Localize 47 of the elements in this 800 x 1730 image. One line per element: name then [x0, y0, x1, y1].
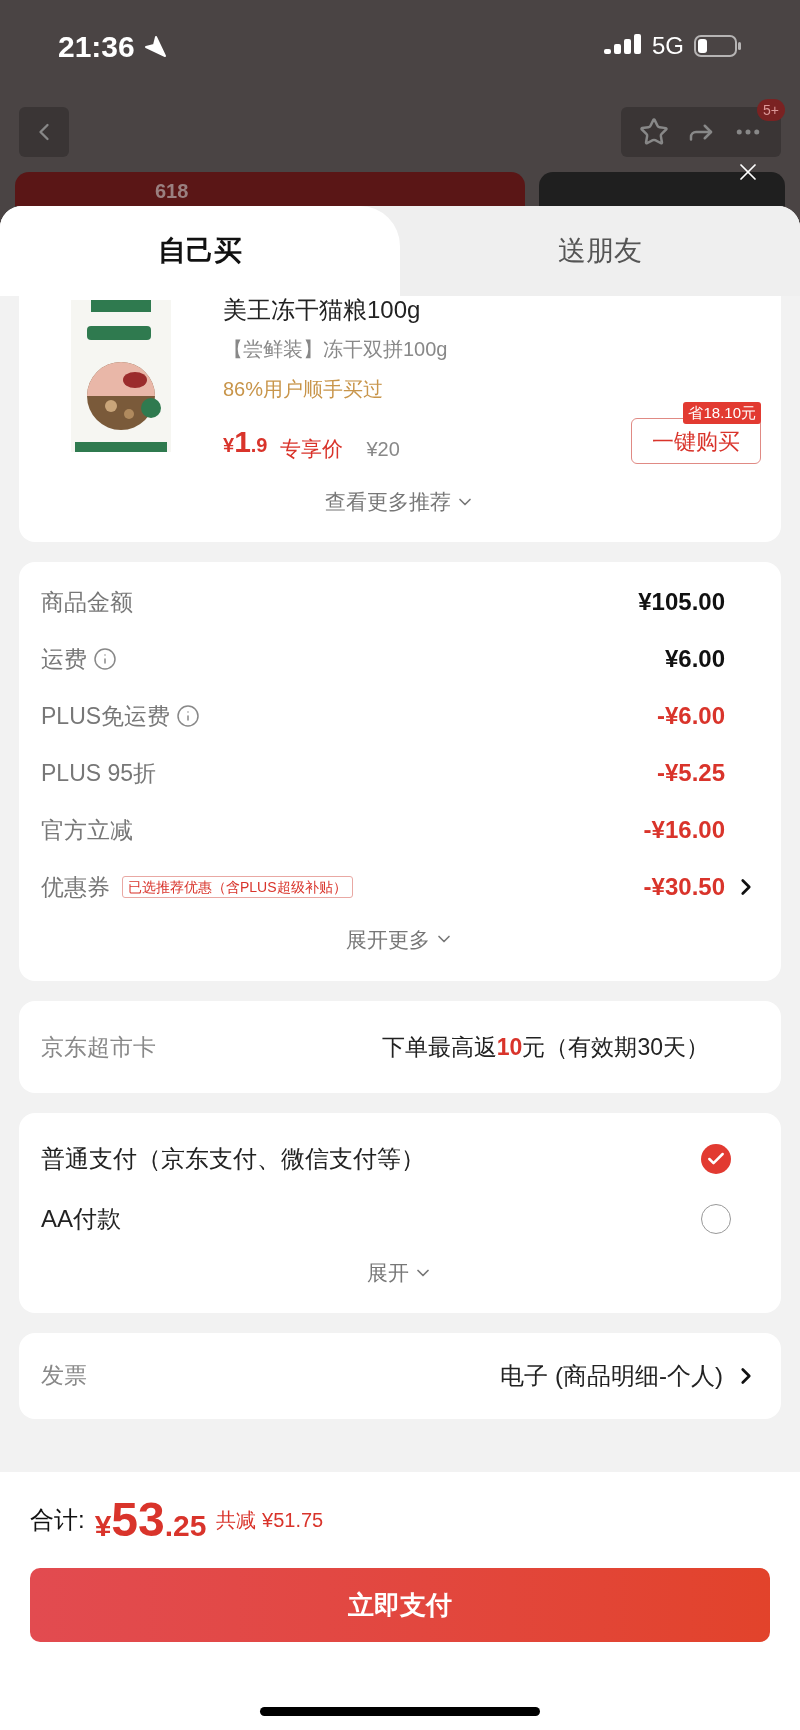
fee-label: 商品金额: [41, 587, 133, 617]
fee-amount: -¥5.25: [656, 758, 725, 788]
back-button[interactable]: [19, 107, 69, 157]
card-label: 京东超市卡: [41, 1032, 156, 1062]
total-saving: 共减 ¥51.75: [216, 1508, 324, 1533]
fee-label: PLUS免运费: [41, 701, 171, 731]
expand-link[interactable]: 展开: [367, 1257, 433, 1289]
payment-option-label: 普通支付（京东支付、微信支付等）: [41, 1144, 425, 1174]
cashback-text: 下单最高返10元（有效期30天）: [381, 1032, 709, 1062]
star-icon[interactable]: [639, 117, 670, 147]
saving-tag: 省18.10元: [683, 402, 761, 424]
more-recommendations-link[interactable]: 查看更多推荐: [325, 486, 475, 518]
info-icon[interactable]: [176, 704, 201, 728]
tab[interactable]: 自己买: [0, 206, 400, 296]
fee-label: 运费: [41, 644, 87, 674]
fee-amount: -¥16.00: [643, 815, 725, 845]
location-arrow-icon: [142, 34, 167, 58]
fee-amount: -¥30.50: [643, 872, 725, 902]
social-proof: 86%用户顺手买过: [223, 377, 385, 402]
coupon-tag: 已选推荐优惠（含PLUS超级补贴）: [122, 876, 353, 898]
info-icon[interactable]: [93, 647, 117, 671]
banner-text: 618: [155, 179, 189, 204]
price-label: 专享价: [279, 435, 343, 462]
fee-label: PLUS 95折: [41, 758, 157, 788]
notification-badge: 5+: [757, 99, 785, 121]
product-variant: 【尝鲜装】冻干双拼100g: [223, 337, 449, 362]
fee-amount: ¥105.00: [638, 587, 725, 617]
invoice-card[interactable]: 发票 电子 (商品明细-个人): [19, 1332, 781, 1419]
fee-label: 官方立减: [41, 815, 133, 845]
radio-button[interactable]: [701, 1204, 731, 1234]
product-title: 美王冻干猫粮100g: [223, 296, 422, 324]
fee-label: 优惠券: [41, 872, 110, 902]
fee-amount: -¥6.00: [656, 701, 725, 731]
original-price: ¥20: [366, 437, 400, 462]
pay-button[interactable]: 立即支付: [30, 1568, 770, 1642]
fee-amount: ¥6.00: [664, 644, 725, 674]
radio-button[interactable]: [701, 1144, 731, 1174]
network-label: 5G: [652, 31, 684, 61]
status-time: 21:36: [58, 28, 135, 65]
expand-more-link[interactable]: 展开更多: [346, 923, 454, 955]
invoice-label: 发票: [41, 1361, 87, 1391]
total-label: 合计:: [30, 1505, 85, 1535]
total-price: ¥53.25: [94, 1492, 207, 1548]
invoice-value: 电子 (商品明细-个人): [500, 1360, 723, 1391]
sale-price: ¥1.9: [223, 424, 268, 460]
battery-icon: [694, 34, 742, 58]
payment-option-label: AA付款: [41, 1204, 121, 1234]
